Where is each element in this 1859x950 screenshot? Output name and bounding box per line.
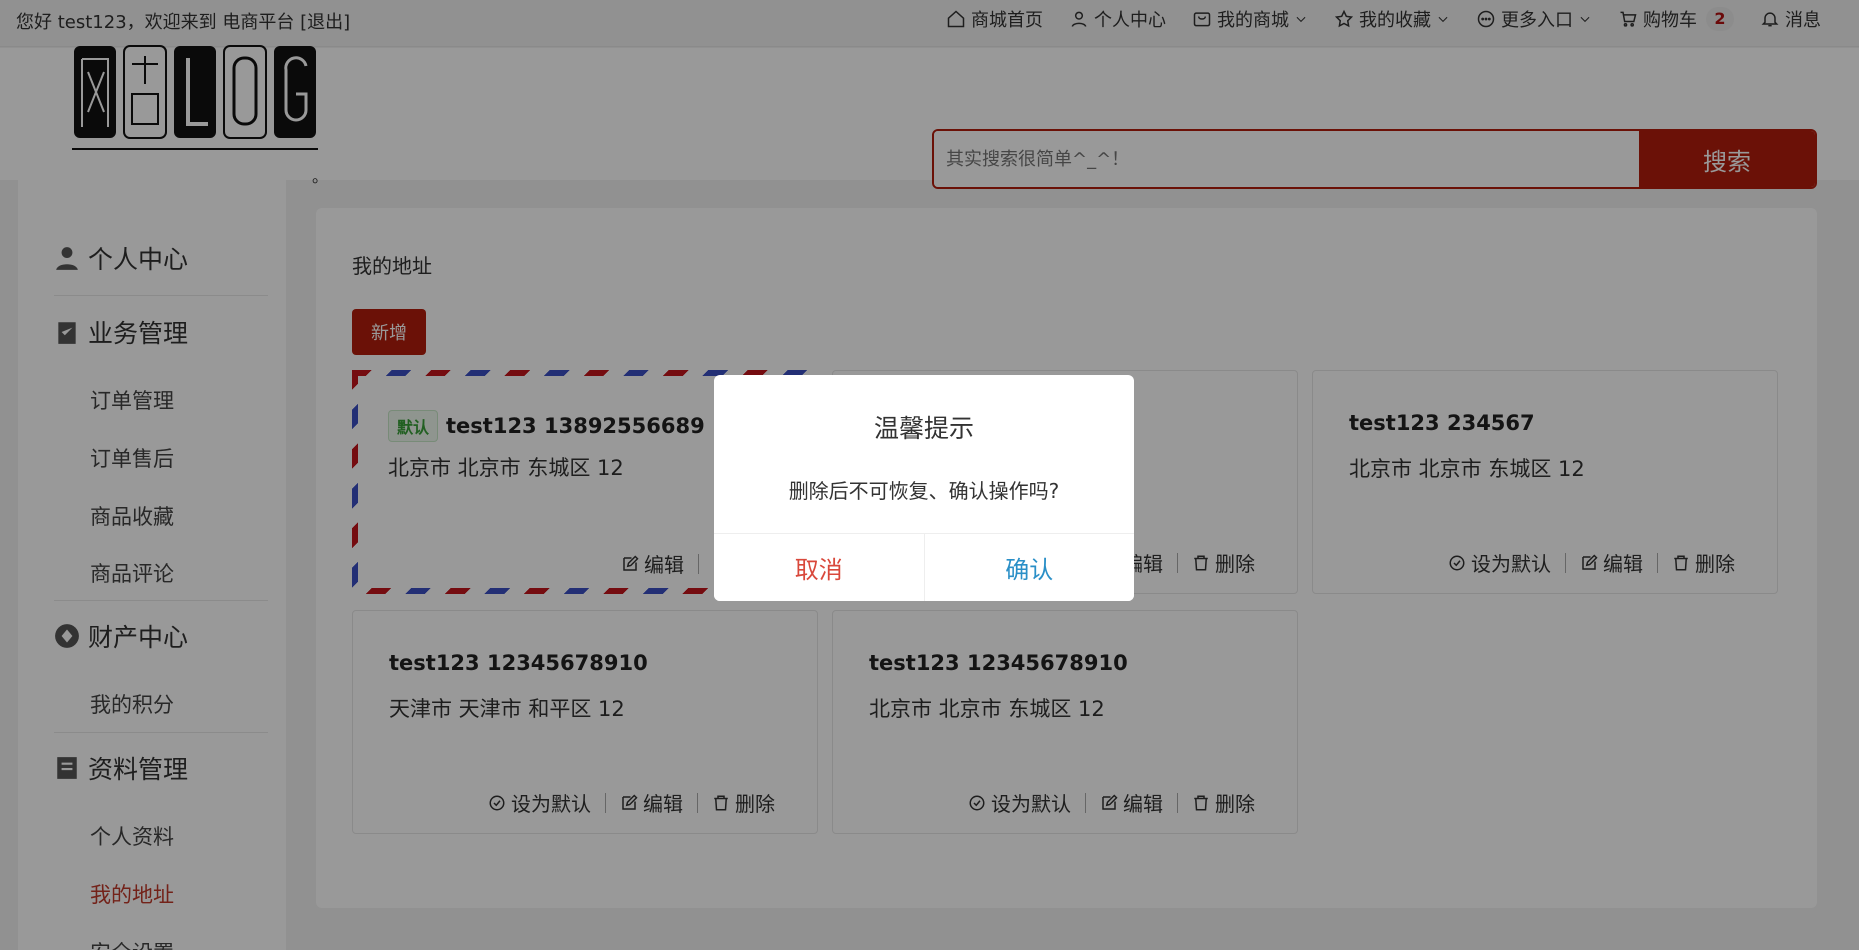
dialog-buttons: 取消 确认 (714, 533, 1134, 601)
cancel-button[interactable]: 取消 (714, 534, 925, 601)
dialog-message: 删除后不可恢复、确认操作吗? (788, 479, 1060, 503)
dialog-title: 温馨提示 (873, 414, 974, 443)
confirm-button[interactable]: 确认 (924, 534, 1134, 601)
confirm-dialog: 温馨提示 删除后不可恢复、确认操作吗? 取消 确认 (714, 375, 1134, 601)
